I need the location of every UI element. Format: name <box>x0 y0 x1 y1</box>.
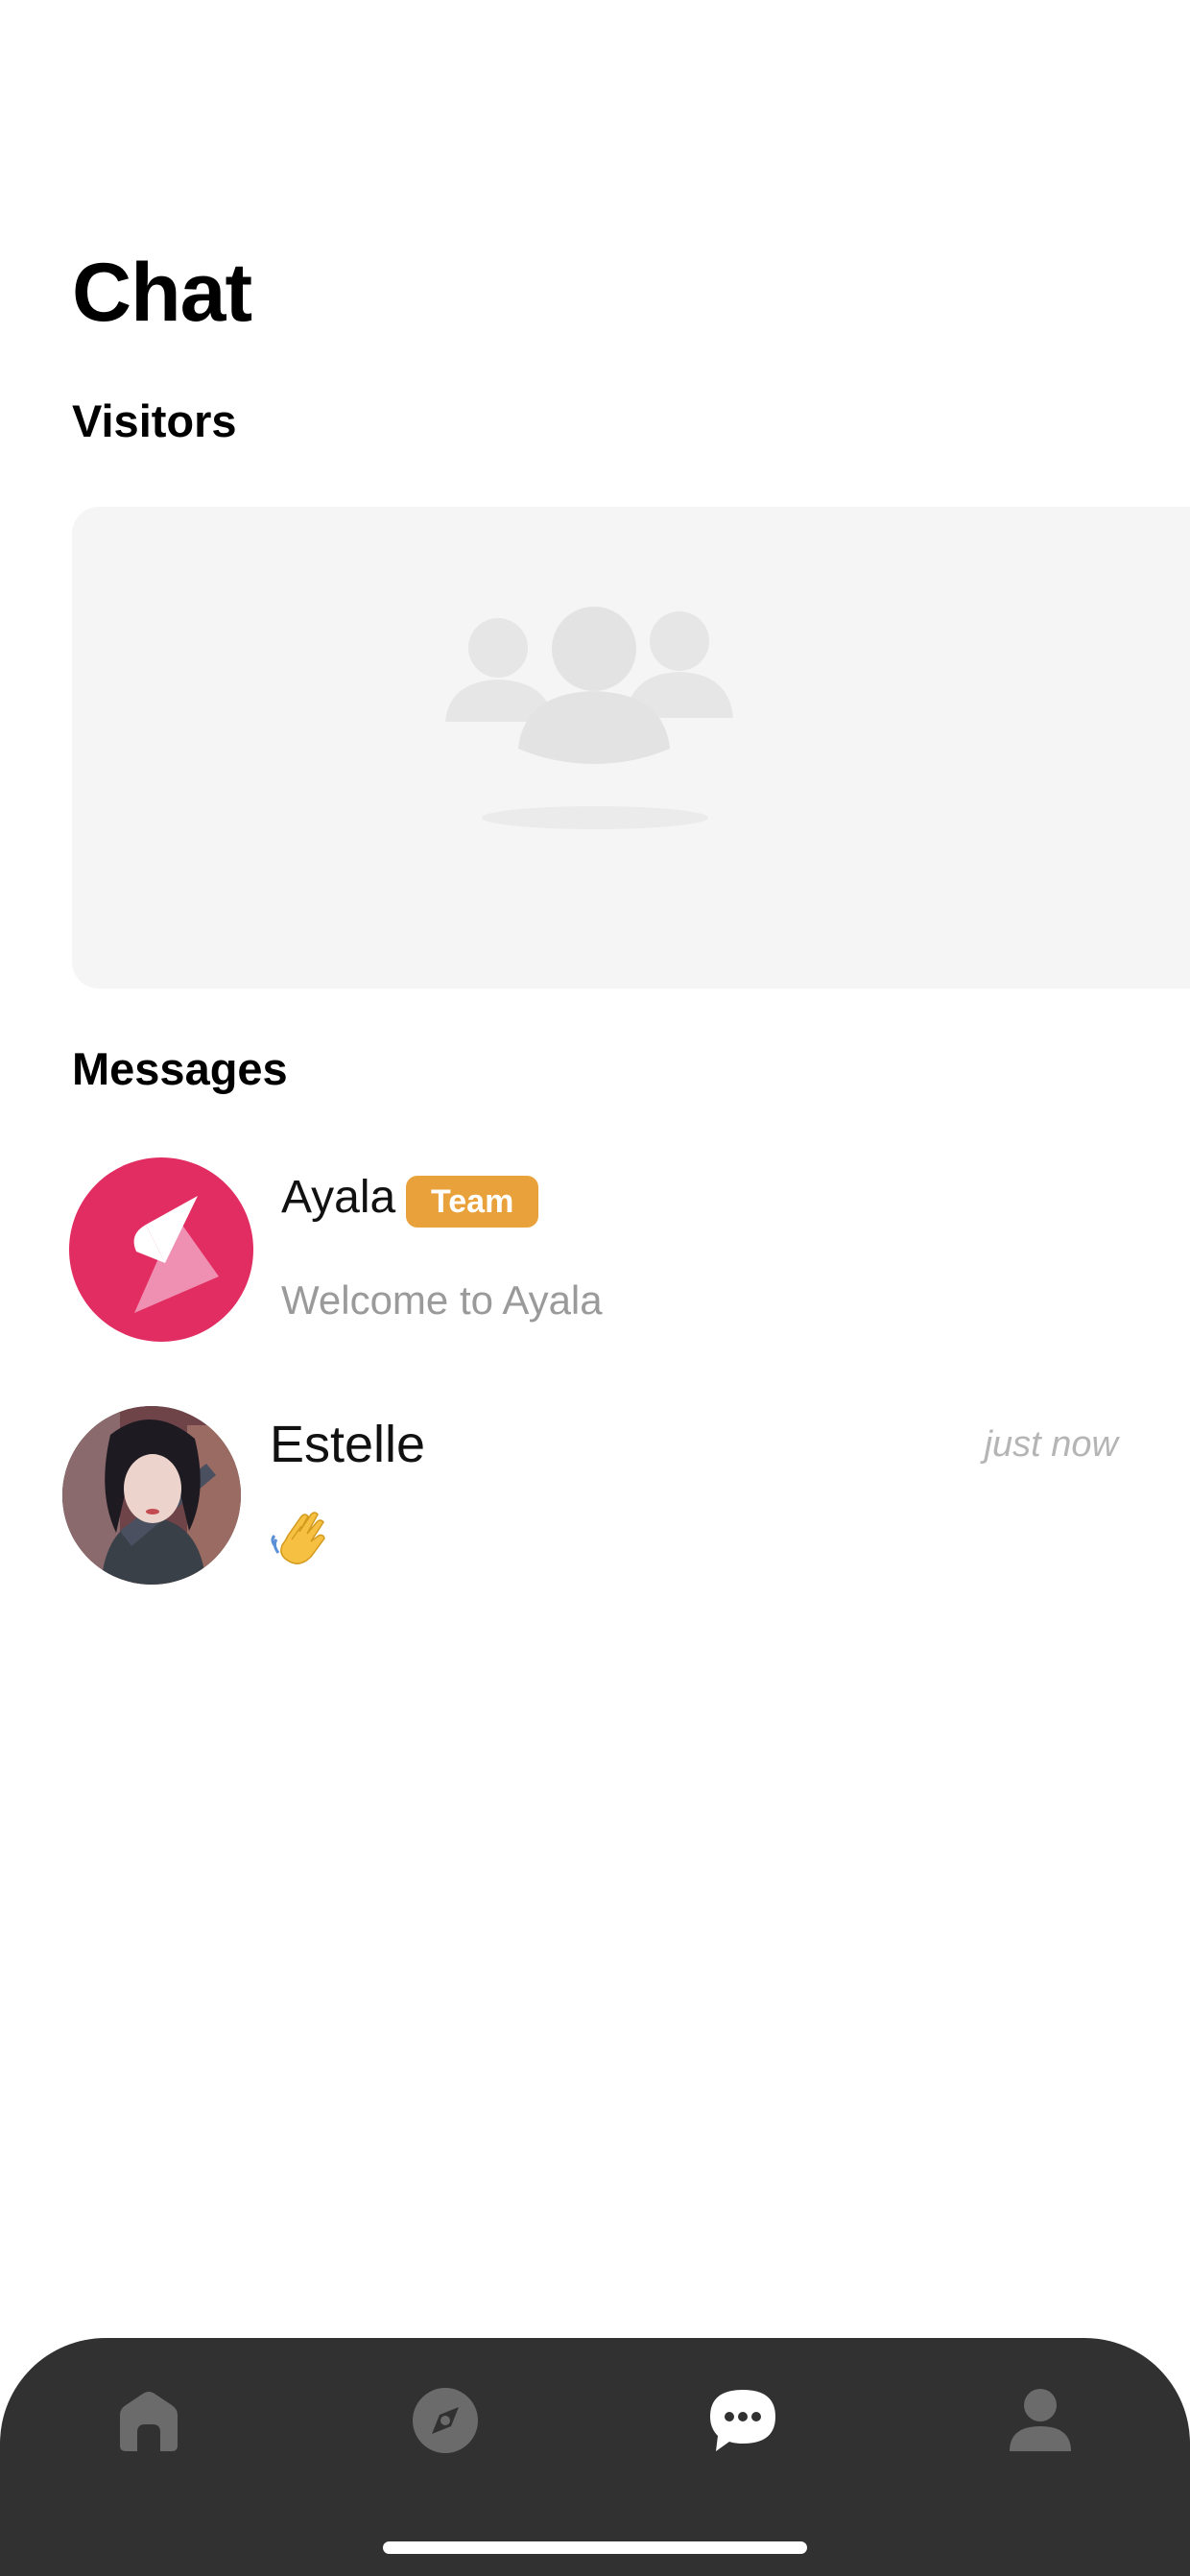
tab-chat[interactable] <box>695 2373 791 2469</box>
bottom-tab-bar <box>0 2338 1190 2576</box>
chat-bubble-icon <box>710 2390 775 2451</box>
waving-hand-emoji <box>271 1512 325 1564</box>
team-badge: Team <box>406 1176 539 1228</box>
tab-home[interactable] <box>101 2373 197 2469</box>
conversation-preview: Welcome to Ayala <box>281 1277 603 1323</box>
compass-icon <box>413 2388 478 2453</box>
visitors-empty-illustration <box>445 607 733 829</box>
visitors-section-title: Visitors <box>72 395 237 446</box>
message-timestamp: just now <box>984 1424 1118 1465</box>
user-avatar <box>62 1406 241 1585</box>
bolt-logo-icon <box>133 1196 219 1313</box>
conversation-name: Estelle <box>270 1416 426 1473</box>
page-title: Chat <box>72 247 252 339</box>
conversation-name: Ayala <box>281 1172 396 1223</box>
ayala-logo-avatar <box>69 1157 253 1342</box>
tab-discover[interactable] <box>397 2373 493 2469</box>
tab-profile[interactable] <box>992 2373 1088 2469</box>
home-indicator <box>383 2541 807 2554</box>
messages-section-title: Messages <box>72 1043 288 1094</box>
user-icon <box>1010 2389 1071 2451</box>
conversation-item-ayala[interactable]: Ayala Team Welcome to Ayala <box>0 1152 1190 1353</box>
home-icon <box>120 2392 178 2451</box>
conversation-item-estelle[interactable]: Estelle just now <box>0 1401 1190 1593</box>
